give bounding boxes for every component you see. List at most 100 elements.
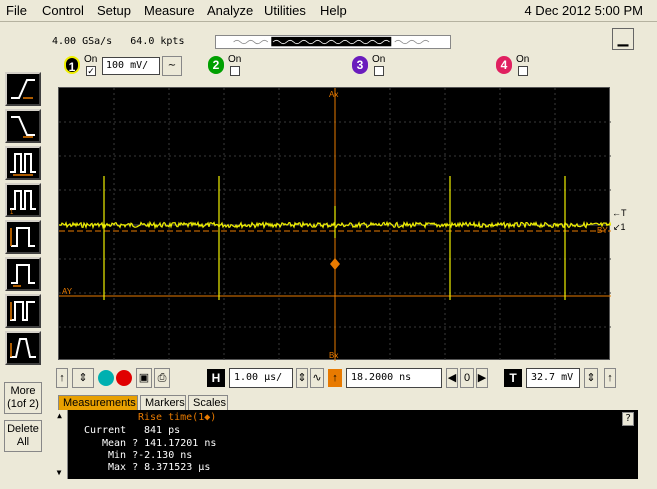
menu-bar: File Control Setup Measure Analyze Utili… (0, 0, 657, 22)
scroll-up-arrow-icon: ▲ (57, 411, 62, 420)
delay-field[interactable]: 18.2000 ns (346, 368, 442, 388)
trigger-level-field[interactable]: 32.7 mV (526, 368, 580, 388)
channel-4-on-label: On (516, 54, 530, 65)
channel-1-scale-field[interactable]: 100 mV/ (102, 57, 160, 75)
channel-2-badge[interactable]: 2 (208, 56, 224, 74)
channel-4-on-checkbox[interactable] (518, 66, 528, 76)
delete-label: Delete (7, 423, 39, 435)
runt-trigger-button[interactable] (5, 220, 41, 254)
delete-all-button[interactable]: Delete All (4, 420, 42, 452)
trigger-level-arrow[interactable]: ←T (612, 208, 627, 218)
menu-control[interactable]: Control (42, 3, 84, 18)
rising-edge-trigger-button[interactable] (5, 72, 41, 106)
datetime-display: 4 Dec 2012 5:00 PM (524, 3, 643, 18)
memory-depth: 64.0 kpts (130, 36, 185, 47)
measurement-min: Min ?-2.130 ns (108, 450, 193, 461)
run-button[interactable] (98, 370, 114, 386)
horizontal-mode-button[interactable]: ∿ (310, 368, 324, 388)
channel-3-badge[interactable]: 3 (352, 56, 368, 74)
waveform-navigator[interactable] (215, 35, 451, 49)
delay-left-button[interactable]: ◀ (446, 368, 458, 388)
waveform-overview-icon (233, 36, 430, 47)
menu-file[interactable]: File (6, 3, 27, 18)
transition-trigger-button[interactable] (5, 331, 41, 365)
pattern-icon: 1 (10, 190, 36, 216)
measurement-current-label: Current (84, 425, 127, 436)
acquisition-info: 4.00 GSa/s 64.0 kpts (52, 36, 184, 47)
channel-1-coupling-button[interactable]: ∼ (162, 56, 182, 76)
menu-utilities[interactable]: Utilities (264, 3, 306, 18)
channel-3-on-checkbox[interactable] (374, 66, 384, 76)
control-row: ↑ ⇕ ▣ ⎙ H 1.00 µs/ ⇕ ∿ ↑ 18.2000 ns ◀ 0 … (52, 366, 640, 392)
scroll-up-button[interactable]: ↑ (56, 368, 68, 388)
zoom-icon: ⇕ (78, 372, 88, 384)
channel-1-on-checkbox[interactable]: ✓ (86, 66, 96, 76)
measurements-panel: ▲ ▼ Rise time(1◆) Current 841 ps Mean ? … (52, 410, 638, 479)
delay-zero-button[interactable]: 0 (460, 368, 474, 388)
channel-2-on-checkbox[interactable] (230, 66, 240, 76)
more-button[interactable]: More (1of 2) (4, 382, 42, 414)
tab-measurements[interactable]: Measurements (58, 395, 138, 411)
tab-scales[interactable]: Scales (188, 395, 228, 411)
svg-text:1: 1 (10, 210, 14, 215)
measurement-title: Rise time(1◆) (138, 412, 217, 423)
scroll-up-right-button[interactable]: ↑ (604, 368, 616, 388)
setup-hold-trigger-button[interactable] (5, 294, 41, 328)
menu-analyze[interactable]: Analyze (207, 3, 253, 18)
falling-edge-trigger-button[interactable] (5, 109, 41, 143)
channel-2-on-label: On (228, 54, 242, 65)
all-label: All (16, 436, 30, 448)
tab-markers[interactable]: Markers (140, 395, 186, 411)
up-arrow-icon: ↑ (59, 372, 65, 384)
zero-icon: 0 (463, 372, 471, 384)
channel-1-arrow-icon: ↙ (613, 222, 621, 232)
channel-1-marker-label: 1 (620, 222, 626, 232)
measurements-help-button[interactable]: ? (622, 412, 634, 426)
checkmark-icon: ✓ (87, 66, 95, 76)
menu-help[interactable]: Help (320, 3, 347, 18)
trigger-toolbar: 1 More (1of 2) Delete All (0, 22, 46, 489)
trigger-level-spin[interactable]: ⇕ (584, 368, 598, 388)
timeout-trigger-button[interactable] (5, 257, 41, 291)
right-triangle-icon: ▶ (477, 372, 487, 384)
zoom-button[interactable]: ⇕ (72, 368, 94, 388)
pattern-trigger-button[interactable]: 1 (5, 183, 41, 217)
minimize-icon: ▁ (617, 30, 629, 46)
pulse-width-icon (10, 153, 36, 176)
up-down-icon: ⇕ (586, 372, 596, 384)
timeout-icon (11, 264, 35, 287)
runt-icon (10, 227, 35, 247)
timebase-field[interactable]: 1.00 µs/ (229, 368, 293, 388)
channel-3-on-label: On (372, 54, 386, 65)
channel-1-level-marker[interactable]: ↙1 (613, 222, 626, 233)
channel-4-badge[interactable]: 4 (496, 56, 512, 74)
ground-marker-icon[interactable] (330, 258, 340, 270)
measurement-mean: Mean ? 141.17201 ns (102, 438, 217, 449)
more-label: More (10, 385, 36, 397)
print-button[interactable]: ⎙ (154, 368, 170, 388)
trigger-badge[interactable]: T (504, 369, 522, 387)
stop-button[interactable] (116, 370, 132, 386)
screenshot-button[interactable]: ▣ (136, 368, 152, 388)
measurements-scrollbar[interactable]: ▲ ▼ (52, 410, 68, 479)
up-arrow-right-icon: ↑ (607, 372, 613, 384)
menu-setup[interactable]: Setup (97, 3, 131, 18)
delay-right-button[interactable]: ▶ (476, 368, 488, 388)
horizontal-badge[interactable]: H (207, 369, 225, 387)
marker-bx-label: Bx (329, 351, 338, 360)
wave-icon: ∿ (312, 372, 322, 384)
measurement-max: Max ? 8.371523 µs (108, 462, 211, 473)
spin-icon: ⇕ (297, 372, 307, 384)
ac-coupling-icon: ∼ (167, 60, 177, 71)
glitch-trigger-button[interactable] (5, 146, 41, 180)
falling-edge-icon (11, 116, 35, 138)
measurement-current-value: 841 ps (144, 425, 181, 436)
menu-measure[interactable]: Measure (144, 3, 195, 18)
delay-badge[interactable]: ↑ (328, 369, 342, 387)
channel-1-badge[interactable]: 1 (64, 56, 80, 74)
waveform-display[interactable]: Ax Bx AY BY (58, 87, 612, 361)
timebase-spin-button[interactable]: ⇕ (296, 368, 308, 388)
printer-icon: ⎙ (157, 372, 167, 384)
minimize-button[interactable]: ▁ (612, 28, 634, 50)
channel-1-on-label: On (84, 54, 98, 65)
